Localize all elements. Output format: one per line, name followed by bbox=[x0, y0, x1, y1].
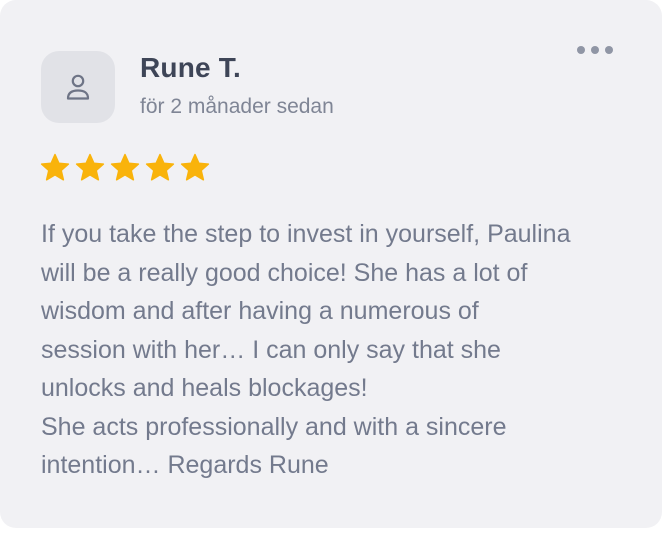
star-icon bbox=[145, 153, 175, 181]
star-icon bbox=[40, 153, 70, 181]
star-icon bbox=[75, 153, 105, 181]
review-text: If you take the step to invest in yourse… bbox=[41, 220, 571, 479]
more-options-icon bbox=[591, 46, 599, 54]
more-options-button[interactable] bbox=[575, 40, 615, 60]
avatar bbox=[41, 51, 115, 123]
star-rating bbox=[40, 153, 210, 181]
more-options-icon bbox=[577, 46, 585, 54]
review-timestamp: för 2 månader sedan bbox=[140, 95, 334, 118]
review-card: Rune T. för 2 månader sedan If you take … bbox=[0, 0, 662, 528]
user-icon bbox=[66, 74, 90, 100]
more-options-icon bbox=[605, 46, 613, 54]
star-icon bbox=[110, 153, 140, 181]
star-icon bbox=[180, 153, 210, 181]
reviewer-name: Rune T. bbox=[140, 52, 241, 83]
